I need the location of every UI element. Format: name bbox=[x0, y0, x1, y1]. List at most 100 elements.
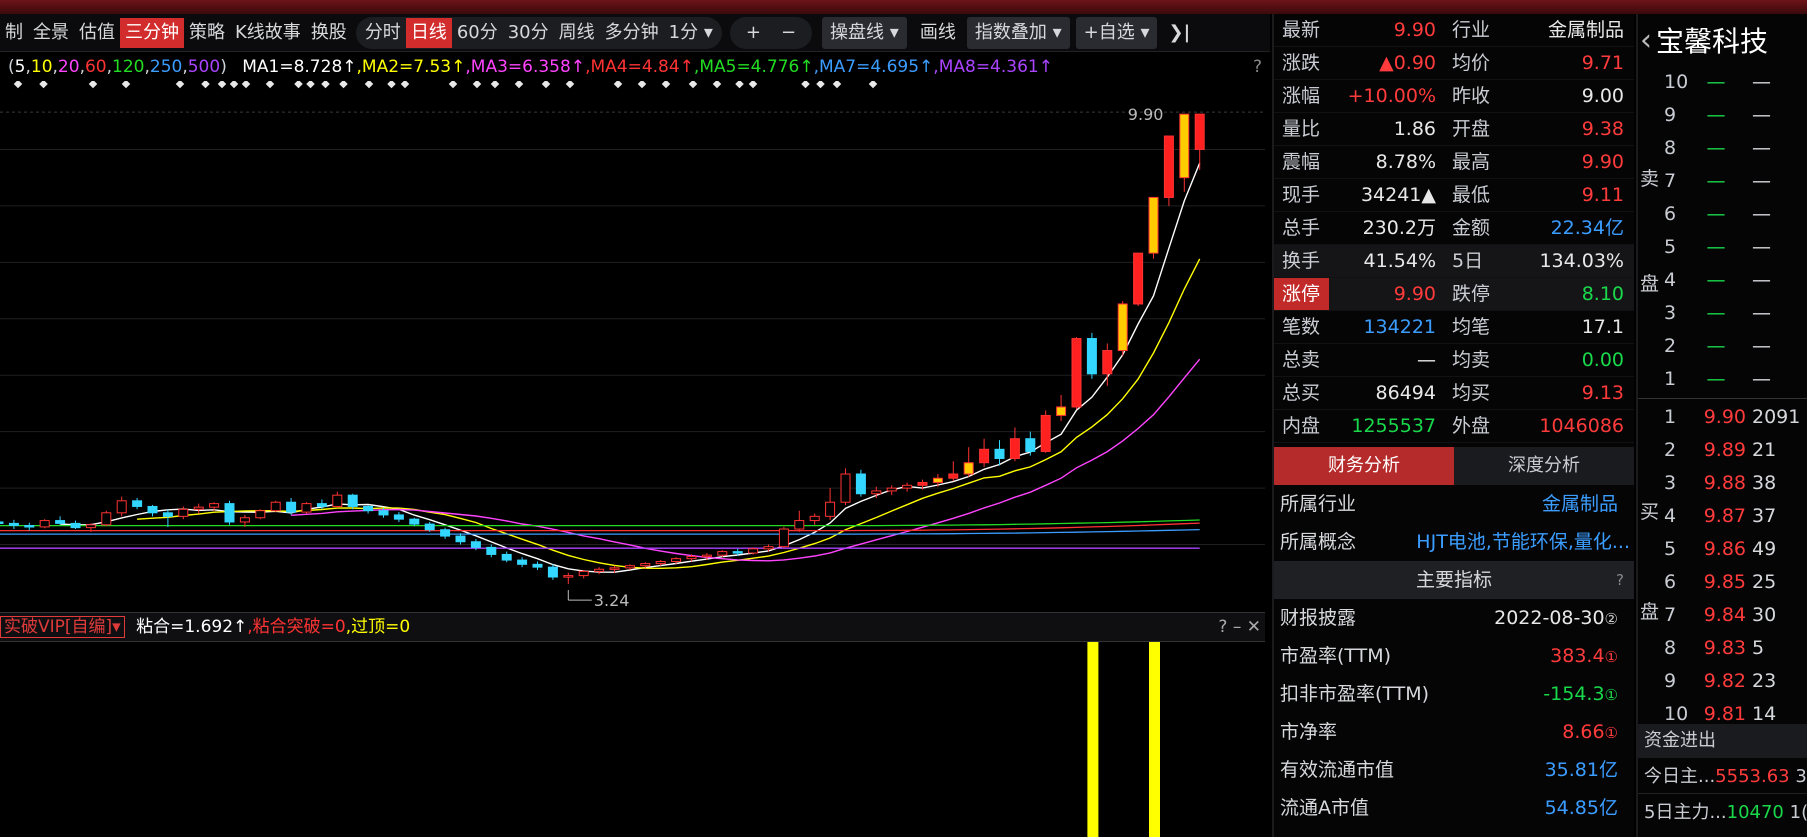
candle-body bbox=[0, 521, 4, 524]
period-60min[interactable]: 60分 bbox=[452, 18, 503, 48]
candle-body bbox=[8, 522, 19, 527]
period-weekly[interactable]: 周线 bbox=[554, 18, 600, 48]
level-number: 5 bbox=[1664, 236, 1677, 258]
marker-diamond-icon bbox=[735, 81, 744, 89]
sell-level[interactable]: 9 — — bbox=[1656, 99, 1807, 132]
buy-level[interactable]: 9 9.82 23 bbox=[1656, 665, 1807, 698]
level-volume: 30 bbox=[1752, 604, 1777, 626]
sell-level[interactable]: 8 — — bbox=[1656, 132, 1807, 165]
period-multi-minute[interactable]: 多分钟 bbox=[600, 18, 664, 48]
quote-value: 9.90 bbox=[1393, 19, 1436, 41]
period-selector: 分时 日线 60分 30分 周线 多分钟 1分 ▾ bbox=[355, 16, 722, 49]
buy-level[interactable]: 3 9.88 38 bbox=[1656, 467, 1807, 500]
candle-body bbox=[671, 558, 682, 562]
tab-kline-story[interactable]: K线故事 bbox=[230, 18, 306, 48]
buy-level[interactable]: 1 9.90 2091 bbox=[1656, 401, 1807, 434]
fund-label: 今日主... bbox=[1644, 766, 1716, 787]
ma-help-icon[interactable]: ? bbox=[1253, 53, 1262, 81]
candle-body bbox=[994, 448, 1005, 459]
tab-control[interactable]: 制 bbox=[0, 18, 28, 48]
sell-level[interactable]: 5 — — bbox=[1656, 231, 1807, 264]
back-icon[interactable]: ‹ bbox=[1640, 23, 1652, 58]
buy-level[interactable]: 5 9.86 49 bbox=[1656, 533, 1807, 566]
sell-level[interactable]: 4 — — bbox=[1656, 264, 1807, 297]
quote-row: 涨停 9.90 跌停 8.10 bbox=[1274, 278, 1634, 311]
buy-level[interactable]: 6 9.85 25 bbox=[1656, 566, 1807, 599]
level-number: 8 bbox=[1664, 637, 1677, 659]
level-number: 9 bbox=[1664, 670, 1677, 692]
level-number: 6 bbox=[1664, 203, 1677, 225]
level-number: 8 bbox=[1664, 137, 1677, 159]
minute-select[interactable]: 1分 ▾ bbox=[664, 18, 718, 48]
buy-level[interactable]: 4 9.87 37 bbox=[1656, 500, 1807, 533]
tab-valuation[interactable]: 估值 bbox=[74, 18, 120, 48]
quote-row: 总卖 — 均卖 0.00 bbox=[1274, 344, 1634, 377]
tab-strategy[interactable]: 策略 bbox=[184, 18, 230, 48]
kline-chart[interactable]: 9.90 3.24 bbox=[0, 81, 1265, 611]
quote-label: 总买 bbox=[1282, 382, 1321, 404]
collapse-panel-icon[interactable]: ❯| bbox=[1163, 18, 1195, 48]
candle-body bbox=[763, 546, 774, 550]
watchlist-dropdown[interactable]: +自选 ▾ bbox=[1075, 16, 1158, 49]
tab-financial-analysis[interactable]: 财务分析 bbox=[1274, 447, 1454, 485]
period-daily[interactable]: 日线 bbox=[405, 17, 452, 48]
candle-body bbox=[24, 525, 35, 528]
trade-line-dropdown[interactable]: 操盘线 ▾ bbox=[822, 16, 907, 49]
indicator-help-icon[interactable]: ? bbox=[1218, 617, 1227, 637]
period-intraday[interactable]: 分时 bbox=[360, 18, 406, 48]
concept-value[interactable]: HJT电池,节能环保,量化... bbox=[1384, 523, 1634, 561]
index-overlay-dropdown[interactable]: 指数叠加 ▾ bbox=[966, 16, 1070, 49]
level-volume: 49 bbox=[1752, 538, 1777, 560]
tab-three-minute[interactable]: 三分钟 bbox=[120, 17, 184, 48]
indicator-minimize-icon[interactable]: – bbox=[1233, 617, 1242, 637]
candle-body bbox=[116, 500, 127, 514]
fund-flow-title: 资金进出 bbox=[1638, 724, 1807, 758]
level-price: 9.85 bbox=[1703, 571, 1746, 593]
candle-body bbox=[609, 567, 620, 570]
quote-label: 均价 bbox=[1452, 52, 1491, 74]
period-30min[interactable]: 30分 bbox=[503, 18, 554, 48]
level-volume: — bbox=[1752, 71, 1771, 93]
sell-level[interactable]: 2 — — bbox=[1656, 330, 1807, 363]
candle-body bbox=[101, 512, 112, 526]
level-price: — bbox=[1706, 137, 1726, 159]
indicator-name[interactable]: 实破VIP[自编]▾ bbox=[0, 616, 125, 638]
tab-overview[interactable]: 全景 bbox=[28, 18, 74, 48]
zoom-out-button[interactable]: − bbox=[771, 18, 806, 48]
high-price-label: 9.90 bbox=[1128, 105, 1164, 124]
candle-body bbox=[578, 570, 589, 577]
buy-level[interactable]: 7 9.84 30 bbox=[1656, 599, 1807, 632]
tab-deep-analysis[interactable]: 深度分析 bbox=[1454, 447, 1634, 485]
industry-value[interactable]: 金属制品 bbox=[1384, 485, 1634, 523]
metrics-help-icon[interactable]: ? bbox=[1616, 561, 1624, 599]
sell-level[interactable]: 3 — — bbox=[1656, 297, 1807, 330]
level-price: — bbox=[1706, 203, 1726, 225]
sell-side-label2: 盘 bbox=[1640, 273, 1660, 295]
marker-diamond-icon bbox=[832, 81, 842, 89]
marker-diamond-icon bbox=[490, 81, 500, 89]
quote-value: 86494 bbox=[1375, 382, 1436, 404]
level-number: 1 bbox=[1664, 406, 1677, 428]
ma-period: 250 bbox=[149, 57, 183, 77]
quote-label: 震幅 bbox=[1282, 151, 1321, 173]
sell-level[interactable]: 6 — — bbox=[1656, 198, 1807, 231]
quote-value: 金属制品 bbox=[1547, 19, 1624, 41]
zoom-in-button[interactable]: + bbox=[736, 18, 771, 48]
buy-level[interactable]: 2 9.89 21 bbox=[1656, 434, 1807, 467]
tab-switch-stock[interactable]: 换股 bbox=[306, 18, 352, 48]
indicator-close-icon[interactable]: ✕ bbox=[1247, 617, 1261, 637]
draw-line-button[interactable]: 画线 bbox=[915, 18, 961, 48]
level-volume: 21 bbox=[1752, 439, 1777, 461]
metric-row: 市盈率(TTM) 383.4① bbox=[1274, 637, 1634, 675]
quote-value: — bbox=[1417, 349, 1436, 371]
candle-body bbox=[886, 487, 897, 492]
quote-label: 外盘 bbox=[1452, 415, 1491, 437]
sell-level[interactable]: 1 — — bbox=[1656, 363, 1807, 396]
buy-level[interactable]: 8 9.83 5 bbox=[1656, 632, 1807, 665]
sell-level[interactable]: 10 — — bbox=[1656, 66, 1807, 99]
marker-diamond-icon bbox=[321, 81, 330, 89]
quote-label: 量比 bbox=[1282, 118, 1321, 140]
sell-level[interactable]: 7 — — bbox=[1656, 165, 1807, 198]
candle-body bbox=[963, 462, 974, 475]
level-price: — bbox=[1706, 269, 1726, 291]
